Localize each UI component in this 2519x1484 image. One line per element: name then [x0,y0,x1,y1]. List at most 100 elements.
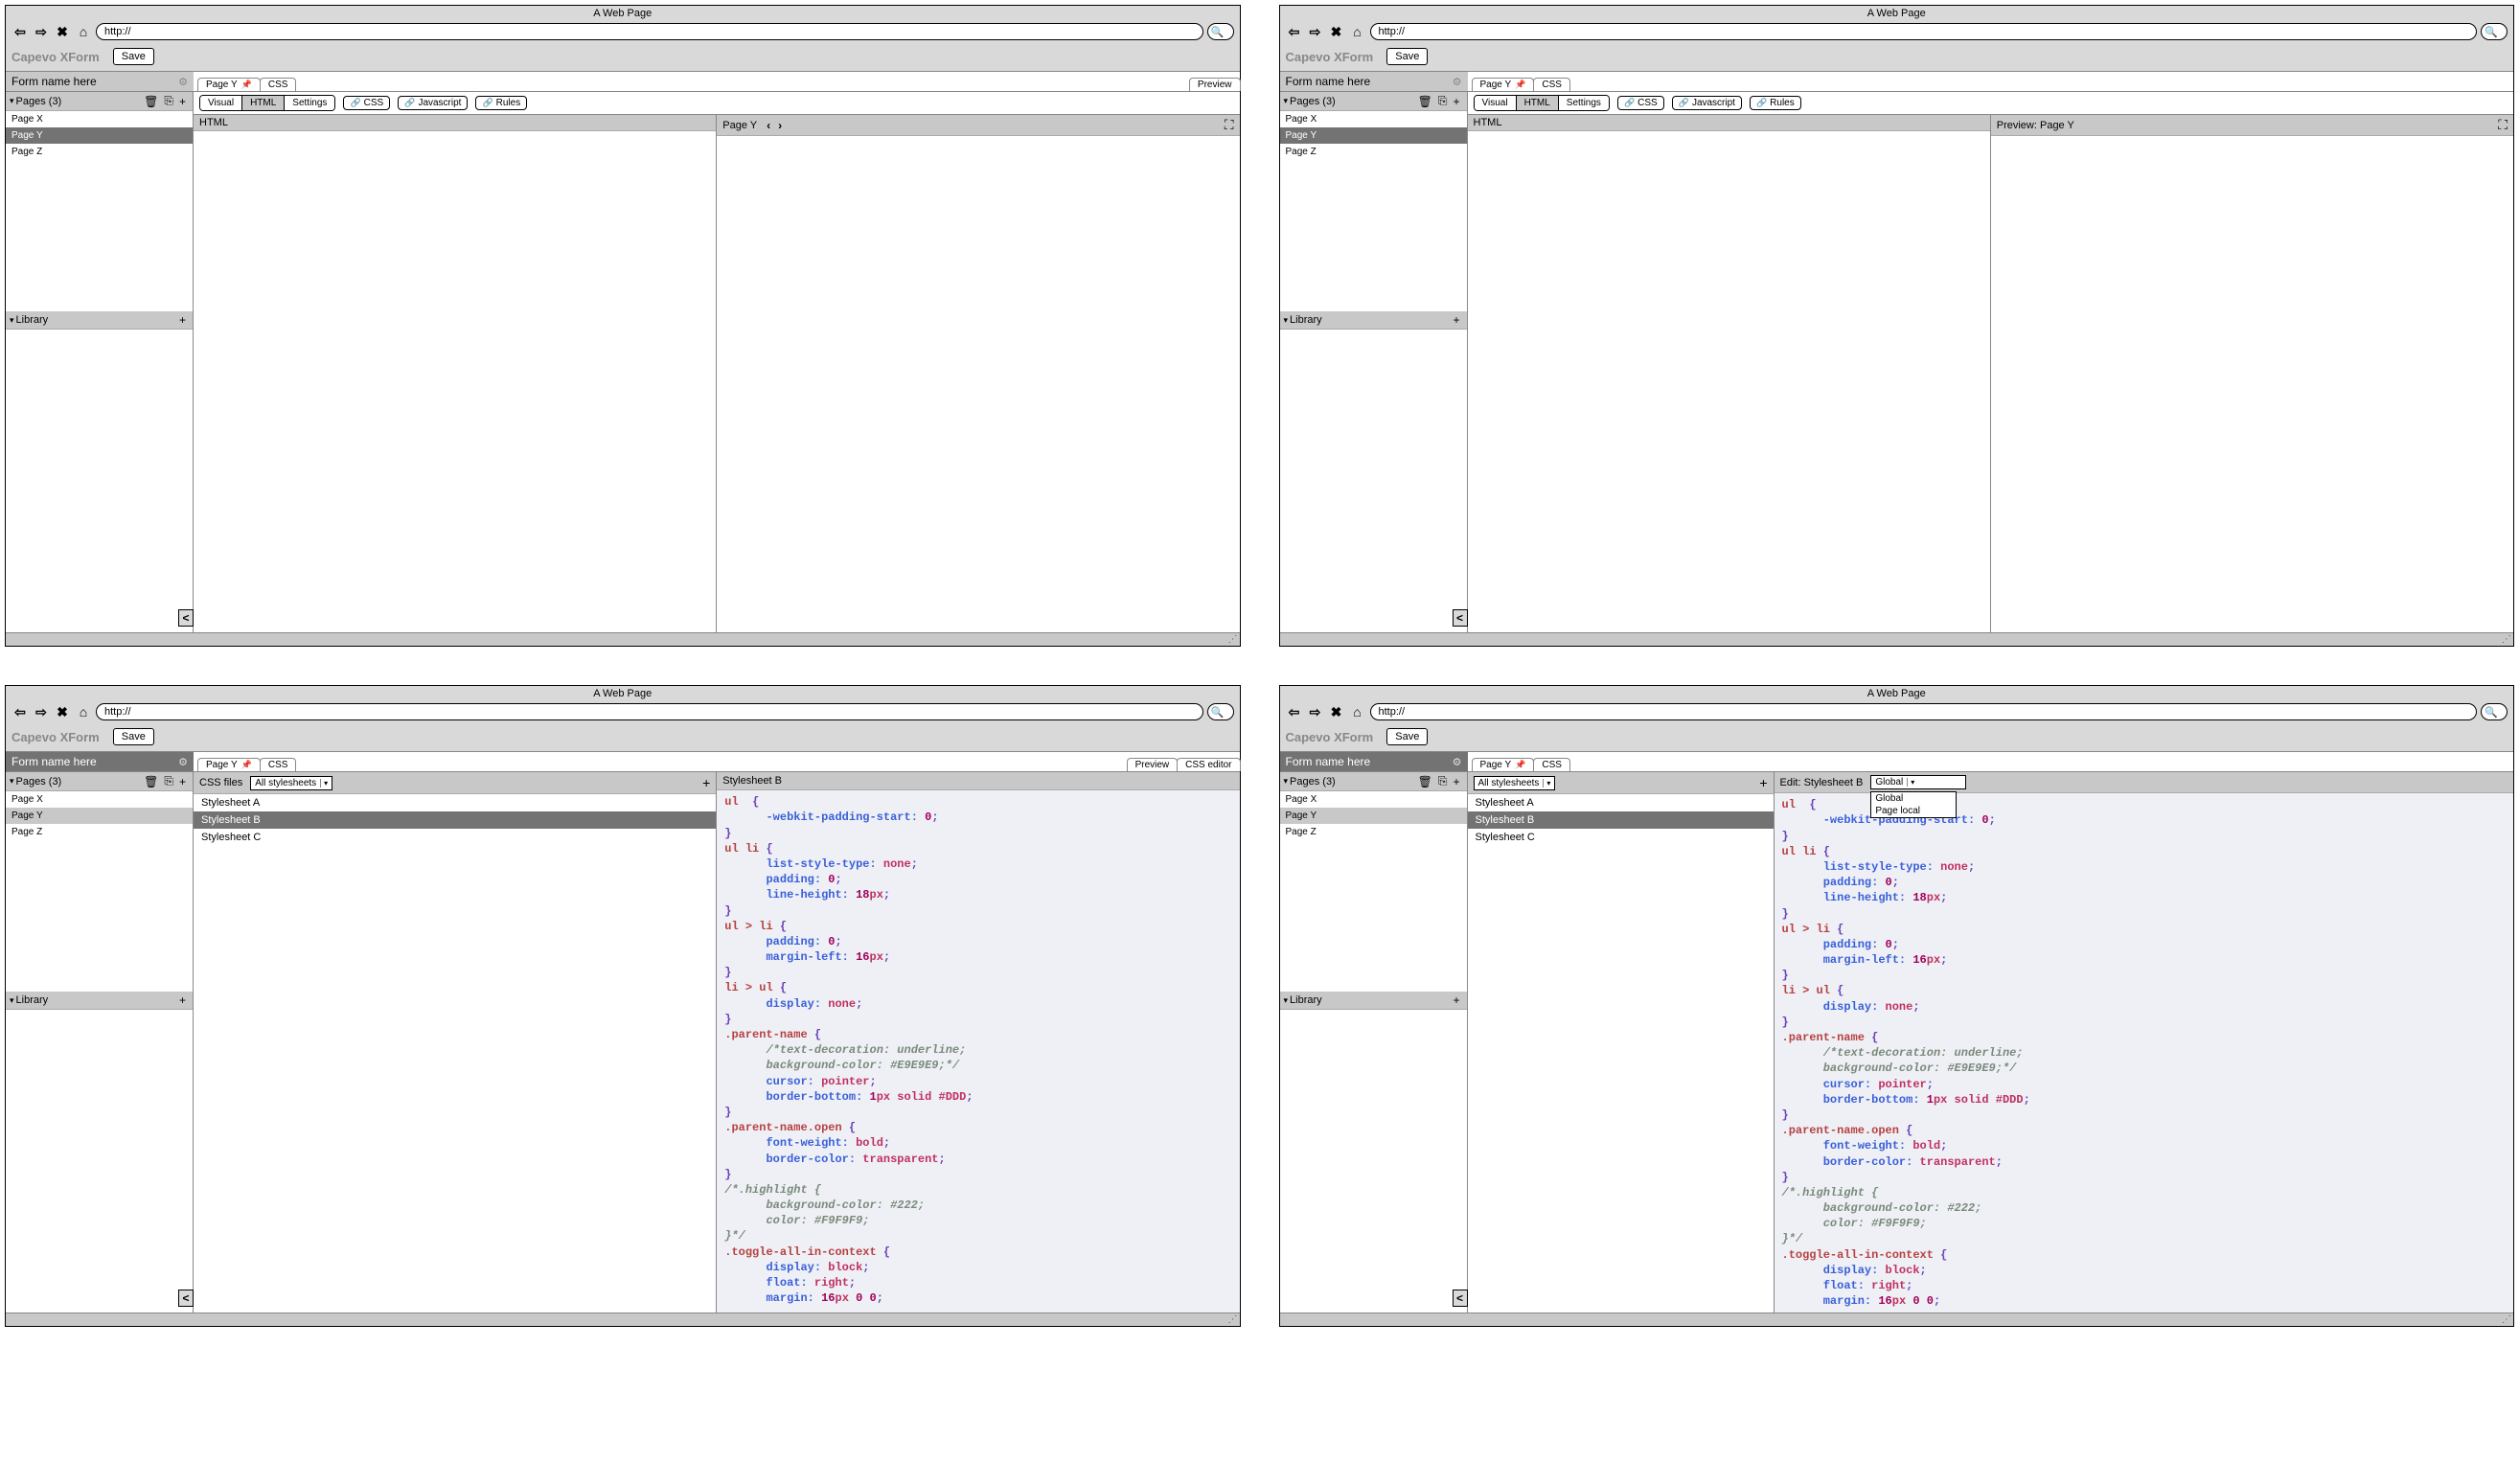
stylesheet-c[interactable]: Stylesheet C [1468,829,1774,846]
js-link[interactable]: 🔗Javascript [398,96,468,110]
form-name-bar[interactable]: Form name here ⚙ [6,752,194,772]
html-mode[interactable]: HTML [1517,96,1559,110]
add-icon[interactable]: + [176,95,189,108]
library-header[interactable]: ▾Library + [6,992,193,1010]
tab-css-editor[interactable]: CSS editor [1177,758,1240,771]
tab-page-y[interactable]: Page Y📌 [1472,758,1535,771]
visual-mode[interactable]: Visual [200,96,242,110]
rules-link[interactable]: 🔗Rules [1750,96,1801,110]
collapse-sidebar[interactable]: < [1453,1290,1468,1307]
tab-css[interactable]: CSS [1533,78,1570,91]
pages-header[interactable]: ▾Pages (3) 🗑 ⎘ + [6,772,193,791]
resize-handle[interactable]: ⋰ [2502,1314,2511,1325]
tab-page-y[interactable]: Page Y📌 [197,758,261,771]
back-icon[interactable]: ⇦ [11,23,29,40]
pages-header[interactable]: ▾Pages (3) 🗑 ⎘ + [1280,772,1467,791]
rules-link[interactable]: 🔗Rules [475,96,527,110]
page-item-y[interactable]: Page Y [6,808,193,824]
search-button[interactable]: 🔍 [2481,703,2508,720]
pin-icon[interactable]: 📌 [1515,80,1525,90]
stop-icon[interactable]: ✖ [1328,23,1345,40]
expand-icon[interactable]: ⛶ [1225,117,1234,133]
page-item-y[interactable]: Page Y [1280,808,1467,824]
tab-css[interactable]: CSS [260,78,297,91]
css-link[interactable]: 🔗CSS [1617,96,1664,110]
gear-icon[interactable]: ⚙ [178,76,188,88]
add-stylesheet-icon[interactable]: + [702,775,710,790]
save-button[interactable]: Save [1386,48,1428,65]
collapse-sidebar[interactable]: < [1453,609,1468,627]
copy-icon[interactable]: ⎘ [1435,774,1451,788]
stylesheet-filter[interactable]: All stylesheets▾ [1474,776,1556,790]
collapse-sidebar[interactable]: < [178,1290,194,1307]
delete-icon[interactable]: 🗑 [141,95,161,108]
search-button[interactable]: 🔍 [1207,23,1234,40]
settings-mode[interactable]: Settings [285,96,334,110]
resize-handle[interactable]: ⋰ [1228,634,1238,645]
forward-icon[interactable]: ⇨ [1307,23,1324,40]
resize-handle[interactable]: ⋰ [2502,634,2511,645]
tab-css[interactable]: CSS [1533,758,1570,771]
page-item-y[interactable]: Page Y [1280,127,1467,144]
stylesheet-a[interactable]: Stylesheet A [1468,794,1774,811]
add-icon[interactable]: + [176,313,189,327]
url-bar[interactable]: http:// [1370,23,2478,40]
search-button[interactable]: 🔍 [1207,703,1234,720]
tab-preview[interactable]: Preview [1127,758,1179,771]
pages-header[interactable]: ▾Pages (3) 🗑 ⎘ + [1280,92,1467,111]
scope-option-global[interactable]: Global [1871,792,1956,805]
pin-icon[interactable]: 📌 [241,80,252,90]
page-item-x[interactable]: Page X [1280,111,1467,127]
stop-icon[interactable]: ✖ [1328,703,1345,720]
page-item-z[interactable]: Page Z [1280,824,1467,840]
scope-option-page-local[interactable]: Page local [1871,805,1956,817]
delete-icon[interactable]: 🗑 [1415,775,1435,788]
forward-icon[interactable]: ⇨ [1307,703,1324,720]
add-icon[interactable]: + [1450,993,1462,1007]
gear-icon[interactable]: ⚙ [178,756,188,768]
add-stylesheet-icon[interactable]: + [1759,775,1767,790]
copy-icon[interactable]: ⎘ [161,94,176,108]
stylesheet-b[interactable]: Stylesheet B [1468,811,1774,829]
search-button[interactable]: 🔍 [2481,23,2508,40]
forward-icon[interactable]: ⇨ [33,23,50,40]
save-button[interactable]: Save [113,48,154,65]
url-bar[interactable]: http:// [1370,703,2478,720]
add-icon[interactable]: + [1450,313,1462,327]
save-button[interactable]: Save [113,728,154,745]
page-item-x[interactable]: Page X [6,791,193,808]
stylesheet-a[interactable]: Stylesheet A [194,794,716,811]
copy-icon[interactable]: ⎘ [161,774,176,788]
settings-mode[interactable]: Settings [1559,96,1609,110]
tab-page-y[interactable]: Page Y📌 [1472,78,1535,91]
js-link[interactable]: 🔗Javascript [1672,96,1742,110]
home-icon[interactable]: ⌂ [75,23,92,40]
css-code-editor[interactable]: ul { -webkit-padding-start: 0; } ul li {… [717,790,1239,1313]
html-editor-body[interactable] [194,131,716,632]
expand-icon[interactable]: ⛶ [2498,117,2508,133]
stylesheet-c[interactable]: Stylesheet C [194,829,716,846]
add-icon[interactable]: + [1450,775,1462,788]
form-name-bar[interactable]: Form name here ⚙ [1280,752,1468,772]
stylesheet-filter[interactable]: All stylesheets▾ [250,776,332,790]
back-icon[interactable]: ⇦ [11,703,29,720]
url-bar[interactable]: http:// [96,703,1203,720]
add-icon[interactable]: + [1450,95,1462,108]
pages-header[interactable]: ▾ Pages (3) 🗑 ⎘ + [6,92,193,111]
delete-icon[interactable]: 🗑 [1415,95,1435,108]
page-item-y[interactable]: Page Y [6,127,193,144]
css-link[interactable]: 🔗CSS [343,96,390,110]
forward-icon[interactable]: ⇨ [33,703,50,720]
scope-dropdown[interactable]: Global▾ Global Page local [1870,775,1966,789]
page-item-z[interactable]: Page Z [6,824,193,840]
home-icon[interactable]: ⌂ [1349,23,1366,40]
css-code-editor[interactable]: ul { -webkit-padding-start: 0; } ul li {… [1775,793,2514,1313]
gear-icon[interactable]: ⚙ [1453,756,1462,768]
library-header[interactable]: ▾Library + [1280,311,1467,330]
page-item-z[interactable]: Page Z [1280,144,1467,160]
stop-icon[interactable]: ✖ [54,23,71,40]
back-icon[interactable]: ⇦ [1286,703,1303,720]
stop-icon[interactable]: ✖ [54,703,71,720]
form-name-bar[interactable]: Form name here ⚙ [6,72,194,92]
copy-icon[interactable]: ⎘ [1435,94,1451,108]
